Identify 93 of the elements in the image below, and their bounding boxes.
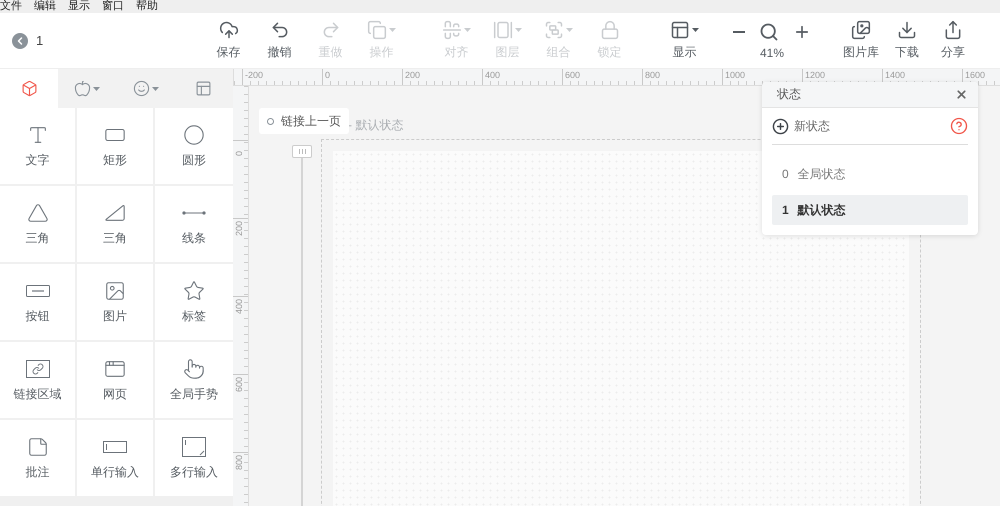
state-name: 全局状态: [798, 166, 846, 182]
copy-icon: [367, 20, 387, 40]
state-name: 默认状态: [798, 202, 846, 218]
component-tile[interactable]: 链接区域: [0, 342, 75, 418]
ruler-label: 400: [482, 69, 562, 85]
component-tile[interactable]: 批注: [0, 420, 75, 496]
panel-tab[interactable]: [0, 69, 58, 108]
toolbar-button[interactable]: 下载: [884, 20, 930, 61]
ruler-label: 400: [233, 299, 245, 314]
toolbar-button[interactable]: 保存: [203, 20, 254, 61]
lock-icon: [600, 20, 620, 40]
text-area-icon: [182, 436, 206, 456]
smiley-icon: [132, 80, 150, 97]
caret-icon: [692, 28, 699, 32]
component-tile[interactable]: 网页: [77, 342, 153, 418]
zoom-level: 41%: [760, 46, 784, 60]
ruler-label: 0: [322, 69, 402, 85]
download-icon: [897, 20, 917, 40]
layout-icon: [670, 20, 690, 40]
layout-icon: [195, 80, 212, 97]
component-tile[interactable]: 矩形: [77, 108, 153, 184]
component-tile[interactable]: 三角: [0, 186, 75, 262]
star-icon: [183, 280, 205, 302]
caret-icon: [389, 28, 396, 32]
state-item[interactable]: 1 默认状态: [772, 195, 968, 225]
component-tile[interactable]: 多行输入: [155, 420, 233, 496]
menu-item[interactable]: 帮助: [136, 0, 158, 13]
component-tile[interactable]: 图片: [77, 264, 153, 340]
state-index: 0: [782, 167, 789, 181]
zoom-button[interactable]: [759, 22, 779, 42]
add-icon: [772, 118, 789, 134]
images-icon: [851, 20, 871, 40]
caret-icon: [515, 28, 522, 32]
panel-title: 状态: [777, 86, 801, 103]
caret-icon: [464, 28, 471, 32]
ruler-label: 200: [402, 69, 482, 85]
group-icon: [544, 20, 564, 40]
menu-item[interactable]: 窗口: [102, 0, 124, 13]
ruler-label: -200: [242, 69, 322, 85]
triangle-icon: [26, 202, 48, 224]
previous-page-link[interactable]: 链接上一页: [259, 108, 349, 134]
component-tile[interactable]: 三角: [77, 186, 153, 262]
cube-icon: [20, 80, 38, 97]
ruler-label: 200: [233, 221, 245, 236]
toolbar-button[interactable]: 撤销: [254, 20, 305, 61]
caret-icon: [93, 86, 100, 90]
ruler-label: 800: [233, 455, 245, 470]
minus-icon: [733, 30, 745, 32]
help-button[interactable]: [950, 117, 968, 135]
caret-icon: [152, 86, 159, 90]
close-button[interactable]: [955, 88, 968, 101]
ruler-label: 800: [642, 69, 722, 85]
apple-icon: [74, 80, 92, 97]
line-icon: [182, 210, 206, 216]
search-icon: [759, 22, 779, 42]
image-icon: [104, 280, 126, 302]
toolbar-button[interactable]: 显示: [659, 20, 710, 61]
back-button[interactable]: [12, 32, 28, 48]
note-icon: [26, 436, 48, 458]
link-area-icon: [26, 360, 50, 378]
component-tile[interactable]: 单行输入: [77, 420, 153, 496]
component-tile[interactable]: 线条: [155, 186, 233, 262]
component-tile[interactable]: 标签: [155, 264, 233, 340]
slider-handle[interactable]: [292, 145, 312, 158]
undo-icon: [270, 20, 290, 40]
new-state-button[interactable]: 新状态: [772, 118, 830, 134]
component-tile[interactable]: 按钮: [0, 264, 75, 340]
ruler-label: 600: [562, 69, 642, 85]
hand-pointer-icon: [183, 358, 205, 380]
component-tile[interactable]: 文字: [0, 108, 75, 184]
input-field-icon: [103, 440, 127, 452]
state-item[interactable]: 0 全局状态: [772, 159, 968, 189]
layer-icon: [493, 20, 513, 40]
state-index: 1: [782, 203, 789, 217]
ruler-label: 0: [233, 150, 245, 156]
menu-item[interactable]: 编辑: [34, 0, 56, 13]
align-icon: [442, 20, 462, 40]
circle-icon: [183, 124, 205, 146]
menu-item[interactable]: 显示: [68, 0, 90, 13]
ruler-label: 600: [233, 377, 245, 392]
redo-icon: [320, 20, 340, 40]
cloud-upload-icon: [218, 20, 238, 40]
help-icon: [950, 117, 968, 135]
page-number: 1: [36, 33, 44, 48]
component-tile[interactable]: 全局手势: [155, 342, 233, 418]
toolbar-button[interactable]: 图片库: [838, 20, 884, 61]
caret-icon: [566, 28, 573, 32]
close-icon: [955, 88, 968, 101]
menu-item[interactable]: 文件: [0, 0, 22, 13]
share-icon: [943, 20, 963, 40]
component-tile[interactable]: 圆形: [155, 108, 233, 184]
button-icon: [26, 284, 50, 296]
toolbar-button[interactable]: 分享: [930, 20, 976, 61]
